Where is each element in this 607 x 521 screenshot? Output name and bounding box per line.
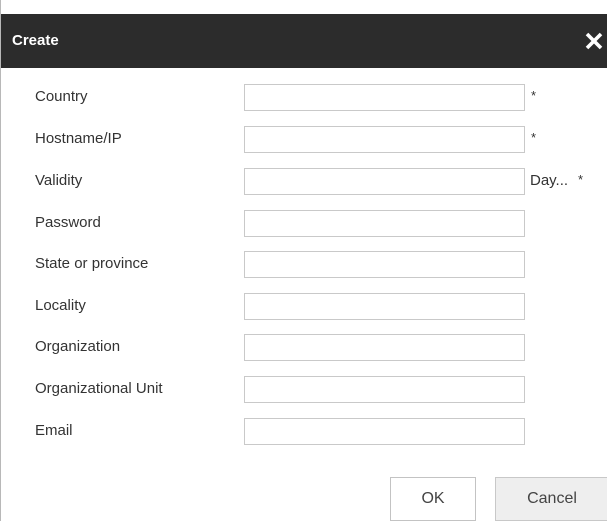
form-row-validity: Validity Day... * [1,167,607,195]
locality-input[interactable] [244,293,525,320]
country-label: Country [35,88,88,105]
organizational-unit-input[interactable] [244,376,525,403]
email-input[interactable] [244,418,525,445]
close-icon[interactable] [583,30,605,52]
password-input[interactable] [244,210,525,237]
form-row-organizational-unit: Organizational Unit [1,375,607,403]
locality-label: Locality [35,297,86,314]
form-row-organization: Organization [1,333,607,361]
form-row-country: Country * [1,83,607,111]
state-label: State or province [35,255,149,272]
validity-unit: Day... [530,172,569,189]
state-input[interactable] [244,251,525,278]
organizational-unit-label: Organizational Unit [35,380,163,397]
password-label: Password [35,214,101,231]
validity-label: Validity [35,172,83,189]
organization-label: Organization [35,338,121,355]
create-dialog: Create Country * Hostname/IP * Validity … [0,0,607,521]
form-row-locality: Locality [1,292,607,320]
dialog-titlebar: Create [1,14,607,68]
organization-input[interactable] [244,334,525,361]
form-row-email: Email [1,417,607,445]
form-row-state: State or province [1,250,607,278]
required-mark: * [531,130,537,145]
email-label: Email [35,422,73,439]
cancel-button[interactable]: Cancel [495,477,607,521]
required-mark: * [578,172,584,187]
country-input[interactable] [244,84,525,111]
hostname-input[interactable] [244,126,525,153]
validity-input[interactable] [244,168,525,195]
ok-button[interactable]: OK [390,477,476,521]
form-row-password: Password [1,209,607,237]
hostname-label: Hostname/IP [35,130,122,147]
form-row-hostname: Hostname/IP * [1,125,607,153]
required-mark: * [531,88,537,103]
dialog-title: Create [12,32,59,49]
